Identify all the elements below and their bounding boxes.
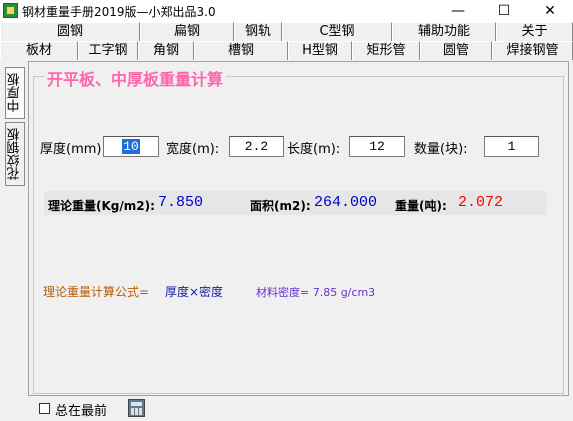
stay-on-top-checkbox[interactable] <box>39 403 50 414</box>
tab-round-steel[interactable]: 圆钢 <box>0 22 140 41</box>
tab-auxiliary[interactable]: 辅助功能 <box>392 22 496 41</box>
thickness-value: 10 <box>122 139 140 154</box>
tab-row-bottom: 板材 工字钢 角钢 槽钢 H型钢 矩形管 圆管 焊接钢管 <box>0 41 573 60</box>
width-label: 宽度(m): <box>166 142 220 157</box>
side-tab-medium-plate[interactable]: 中厚板 <box>5 67 25 119</box>
app-icon <box>3 3 18 18</box>
thickness-input[interactable]: 10 <box>103 136 159 157</box>
minimize-button[interactable]: — <box>435 0 481 22</box>
title-bar: 钢材重量手册2019版—小郑出品3.0 — ☐ ✕ <box>0 0 573 22</box>
tab-c-steel[interactable]: C型钢 <box>282 22 392 41</box>
tab-angle-steel[interactable]: 角钢 <box>138 41 194 60</box>
weight-label: 重量(吨): <box>395 199 447 213</box>
calc-group-box <box>33 76 564 394</box>
maximize-button[interactable]: ☐ <box>481 0 527 22</box>
side-tab-checkered-plate[interactable]: 花纹钢板 <box>5 122 25 186</box>
tab-channel-steel[interactable]: 槽钢 <box>194 41 288 60</box>
theoretical-weight-label: 理论重量(Kg/m2): <box>48 199 155 213</box>
theoretical-weight-value: 7.850 <box>158 194 204 211</box>
thickness-label: 厚度(mm): <box>40 142 106 157</box>
tab-welded-pipe[interactable]: 焊接钢管 <box>492 41 573 60</box>
tab-rect-tube[interactable]: 矩形管 <box>352 41 420 60</box>
group-title: 开平板、中厚板重量计算 <box>44 66 227 90</box>
tab-row-top: 圆钢 扁钢 钢轨 C型钢 辅助功能 关于 <box>0 22 573 41</box>
tab-h-steel[interactable]: H型钢 <box>288 41 352 60</box>
window-title: 钢材重量手册2019版—小郑出品3.0 <box>22 5 216 19</box>
formula-label: 理论重量计算公式= <box>43 285 150 299</box>
tab-i-beam[interactable]: 工字钢 <box>78 41 138 60</box>
tab-round-tube[interactable]: 圆管 <box>420 41 492 60</box>
tab-rail[interactable]: 钢轨 <box>234 22 282 41</box>
formula-expression: 厚度×密度 <box>165 285 224 299</box>
close-button[interactable]: ✕ <box>527 0 573 22</box>
area-label: 面积(m2): <box>250 199 311 213</box>
length-label: 长度(m): <box>287 142 341 157</box>
calculator-icon[interactable] <box>128 399 145 417</box>
tab-about[interactable]: 关于 <box>496 22 573 41</box>
stay-on-top-label[interactable]: 总在最前 <box>55 400 107 419</box>
length-input[interactable]: 12 <box>349 136 405 157</box>
tab-plate[interactable]: 板材 <box>0 41 78 60</box>
weight-value: 2.072 <box>458 194 504 211</box>
tab-flat-steel[interactable]: 扁钢 <box>140 22 234 41</box>
area-value: 264.000 <box>314 194 378 211</box>
quantity-label: 数量(块): <box>414 142 468 157</box>
density-text: 材料密度= 7.85 g/cm3 <box>256 286 376 299</box>
quantity-input[interactable]: 1 <box>484 136 539 157</box>
width-input[interactable]: 2.2 <box>229 136 284 157</box>
